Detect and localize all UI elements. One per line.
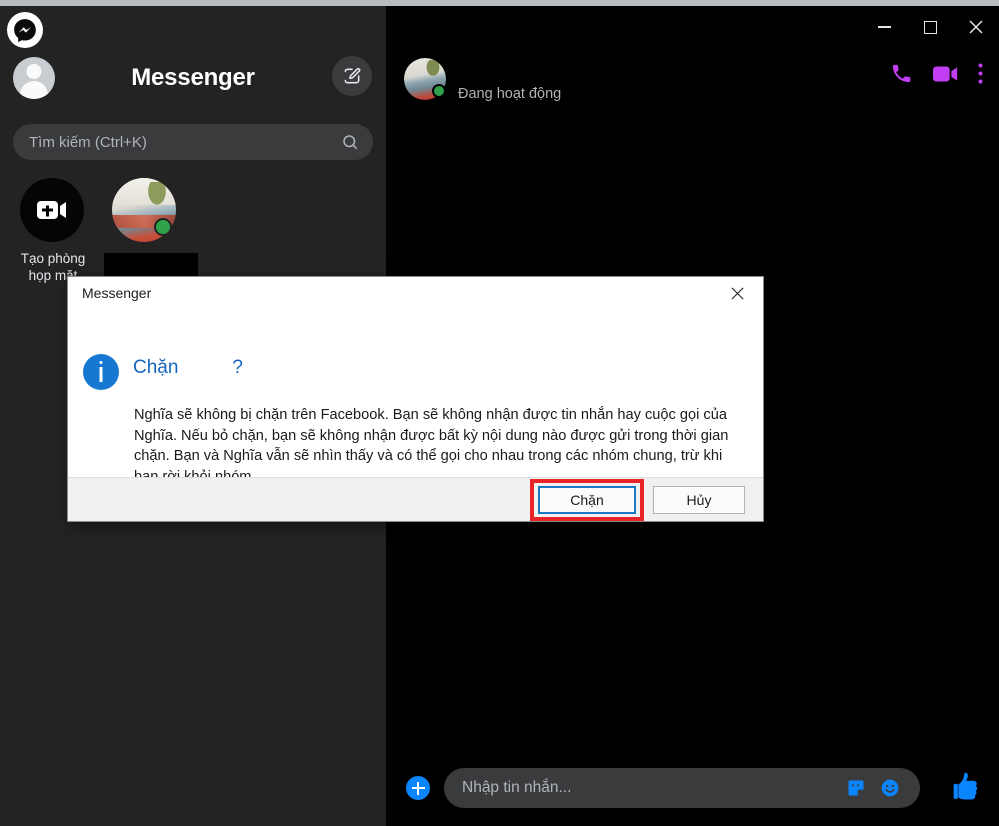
dialog-message: Nghĩa sẽ không bị chặn trên Facebook. Bạ… — [134, 405, 734, 487]
block-confirmation-dialog: Messenger Chặn ? Nghĩa sẽ không bị chặn … — [68, 277, 763, 521]
emoji-icon[interactable] — [880, 778, 900, 798]
create-room-button[interactable]: Tạo phòng họp mặt — [20, 178, 88, 284]
list-item[interactable] — [112, 178, 182, 242]
search-icon — [341, 133, 359, 151]
page-title: Messenger — [0, 50, 386, 106]
more-options-icon[interactable] — [978, 63, 983, 84]
sidebar-header: Messenger — [0, 50, 386, 112]
dialog-heading-suffix: ? — [232, 357, 243, 379]
message-composer: Nhập tin nhắn... — [386, 764, 999, 820]
chat-status-text: Đang hoạt động — [458, 86, 561, 102]
cancel-button[interactable]: Hủy — [653, 486, 745, 514]
window-controls — [809, 6, 999, 48]
dialog-heading-prefix: Chặn — [133, 357, 178, 379]
close-button[interactable] — [717, 279, 757, 307]
status-badge — [154, 218, 172, 236]
search-input[interactable]: Tìm kiếm (Ctrl+K) — [13, 124, 373, 160]
dialog-heading: Chặn ? — [133, 357, 243, 379]
maximize-button[interactable] — [907, 8, 953, 46]
close-icon — [730, 286, 745, 301]
close-button[interactable] — [953, 8, 999, 46]
dialog-titlebar: Messenger — [68, 277, 763, 309]
video-call-icon[interactable] — [933, 64, 958, 84]
message-placeholder: Nhập tin nhắn... — [462, 779, 571, 797]
search-placeholder: Tìm kiếm (Ctrl+K) — [29, 134, 147, 151]
audio-call-icon[interactable] — [890, 62, 913, 85]
new-message-icon[interactable] — [332, 56, 372, 96]
chat-header: Đang hoạt động — [386, 48, 999, 110]
dialog-footer: Chặn Hủy — [68, 477, 763, 521]
message-input[interactable]: Nhập tin nhắn... — [444, 768, 920, 808]
info-icon — [83, 354, 119, 390]
messenger-window: Messenger Tìm kiếm (Ctrl+K) — [0, 0, 999, 826]
block-confirm-button[interactable]: Chặn — [538, 486, 636, 514]
dialog-body: Chặn ? Nghĩa sẽ không bị chặn trên Faceb… — [68, 309, 763, 477]
close-icon — [968, 19, 984, 35]
chat-actions — [890, 62, 983, 85]
minimize-button[interactable] — [861, 8, 907, 46]
thumbs-up-icon[interactable] — [953, 770, 983, 804]
plus-circle-icon[interactable] — [406, 776, 430, 800]
messenger-logo-icon — [7, 12, 43, 48]
sticker-icon[interactable] — [846, 778, 866, 798]
dialog-title: Messenger — [82, 285, 151, 301]
redacted-chat-name — [458, 60, 550, 80]
status-badge — [432, 84, 446, 98]
video-plus-icon — [20, 178, 84, 242]
